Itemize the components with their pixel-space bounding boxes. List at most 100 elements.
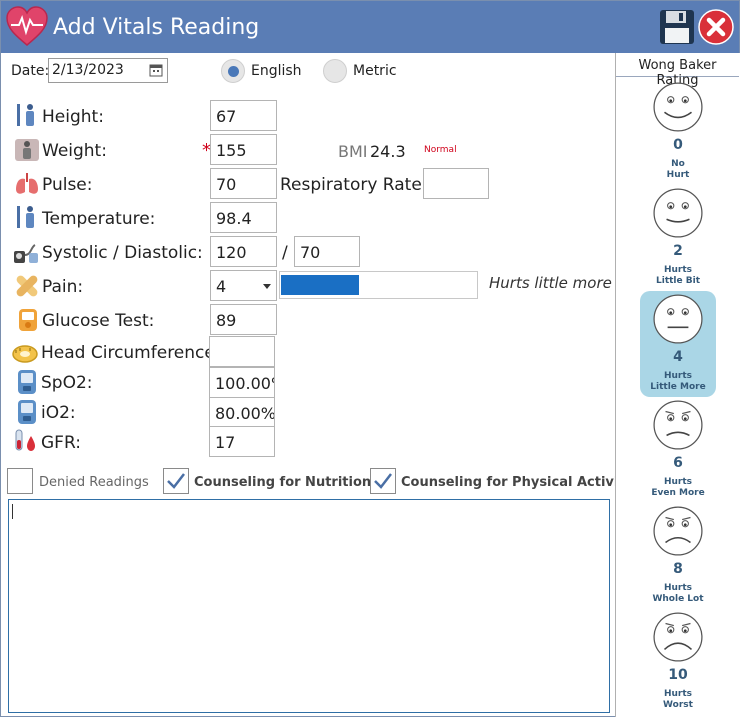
- height-label: Height:: [42, 107, 104, 127]
- window-title: Add Vitals Reading: [53, 15, 260, 40]
- face-number: 0: [673, 137, 683, 153]
- wong-baker-face-8[interactable]: 8 Hurts Whole Lot: [640, 503, 716, 609]
- denied-readings-label: Denied Readings: [39, 475, 149, 490]
- date-value: 2/13/2023: [52, 62, 124, 78]
- denied-readings-checkbox[interactable]: [7, 468, 33, 494]
- face-label-line2: Little Bit: [656, 276, 700, 286]
- head-circumference-label: Head Circumference:: [41, 343, 221, 363]
- pain-bar-fill: [281, 275, 359, 295]
- bmi-status: Normal: [424, 145, 457, 155]
- save-button[interactable]: [658, 8, 696, 46]
- face-number: 4: [673, 349, 683, 365]
- wong-baker-face-10[interactable]: 10 Hurts Worst: [640, 609, 716, 715]
- face-label-line2: Whole Lot: [652, 594, 704, 604]
- vitals-window: Add Vitals Reading Date: 2/13/2023 Engli…: [0, 0, 740, 717]
- weight-input[interactable]: 155: [210, 134, 277, 165]
- systolic-diastolic-label: Systolic / Diastolic:: [42, 243, 203, 263]
- face-label-line1: Hurts: [663, 265, 693, 275]
- pain-description: Hurts little more: [489, 274, 612, 292]
- wong-baker-panel: Wong Baker Rating 0 No Hurt 2 Hurts Little Bi…: [615, 53, 740, 717]
- bp-separator: /: [282, 243, 288, 263]
- face-icon: [653, 294, 703, 344]
- systolic-input[interactable]: 120: [210, 236, 277, 267]
- pain-label: Pain:: [42, 277, 84, 297]
- height-person-icon: [17, 104, 34, 126]
- face-number: 10: [668, 667, 688, 683]
- text-caret: [12, 504, 13, 519]
- date-picker[interactable]: 2/13/2023: [48, 58, 168, 83]
- wong-baker-face-4[interactable]: 4 Hurts Little More: [640, 291, 716, 397]
- scale-icon: [15, 139, 39, 161]
- counseling-physical-label: Counseling for Physical Activity: [401, 475, 634, 490]
- respiratory-rate-input[interactable]: [423, 168, 489, 199]
- spo2-label: SpO2:: [41, 373, 93, 393]
- face-number: 8: [673, 561, 683, 577]
- gfr-label: GFR:: [41, 433, 81, 453]
- temperature-input[interactable]: 98.4: [210, 202, 277, 233]
- face-label-line1: Hurts: [663, 583, 693, 593]
- wong-baker-face-0[interactable]: 0 No Hurt: [640, 79, 716, 185]
- metric-label: Metric: [353, 63, 397, 79]
- face-label-line1: No: [671, 159, 685, 169]
- test-tube-blood-icon: [15, 429, 35, 451]
- diastolic-input[interactable]: 70: [294, 236, 360, 267]
- counseling-nutrition-label: Counseling for Nutrition: [194, 475, 372, 490]
- bmi-value: 24.3: [370, 142, 406, 161]
- io2-input[interactable]: 80.00%: [209, 397, 275, 428]
- dropdown-arrow-icon: [263, 284, 271, 289]
- face-icon: [653, 82, 703, 132]
- face-icon: [653, 612, 703, 662]
- notes-textarea[interactable]: [8, 499, 610, 713]
- pain-select[interactable]: 4: [210, 270, 277, 301]
- face-icon: [653, 188, 703, 238]
- calendar-icon[interactable]: [149, 63, 163, 77]
- face-label-line1: Hurts: [663, 689, 693, 699]
- pain-value: 4: [216, 277, 227, 296]
- oximeter-icon-2: [18, 400, 36, 424]
- counseling-nutrition-checkbox[interactable]: [163, 468, 189, 494]
- face-icon: [653, 506, 703, 556]
- gfr-input[interactable]: 17: [209, 426, 275, 457]
- blood-pressure-icon: [14, 244, 38, 263]
- height-input[interactable]: 67: [210, 100, 277, 131]
- english-radio[interactable]: [221, 59, 245, 83]
- spo2-input[interactable]: 100.00%: [209, 367, 275, 398]
- heart-icon: [6, 6, 48, 46]
- face-number: 6: [673, 455, 683, 471]
- wong-baker-face-6[interactable]: 6 Hurts Even More: [640, 397, 716, 503]
- pain-bar: [279, 271, 478, 299]
- wong-baker-face-2[interactable]: 2 Hurts Little Bit: [640, 185, 716, 291]
- temperature-label: Temperature:: [42, 209, 156, 229]
- bandage-icon: [16, 275, 38, 297]
- checkmark-icon: [167, 473, 185, 489]
- counseling-physical-checkbox[interactable]: [370, 468, 396, 494]
- glucose-input[interactable]: 89: [210, 304, 277, 335]
- pulse-label: Pulse:: [42, 175, 93, 195]
- date-label: Date:: [11, 63, 50, 79]
- pulse-input[interactable]: 70: [210, 168, 277, 199]
- head-circumference-input[interactable]: [209, 336, 275, 367]
- face-label-line2: Even More: [651, 488, 705, 498]
- english-label: English: [251, 63, 302, 79]
- face-label-line2: Little More: [650, 382, 706, 392]
- wong-baker-title: Wong Baker Rating: [616, 55, 739, 88]
- measuring-tape-icon: [12, 345, 38, 363]
- face-number: 2: [673, 243, 683, 259]
- face-label-line2: Worst: [663, 700, 693, 710]
- thermometer-person-icon: [17, 206, 34, 228]
- oximeter-icon: [18, 370, 36, 394]
- face-label-line1: Hurts: [663, 477, 693, 487]
- weight-label: Weight:: [42, 141, 107, 161]
- lungs-icon: [16, 173, 38, 194]
- face-label-line1: Hurts: [663, 371, 693, 381]
- respiratory-rate-label: Respiratory Rate:: [280, 175, 428, 195]
- title-bar: Add Vitals Reading: [1, 1, 739, 53]
- checkmark-icon: [374, 473, 392, 489]
- bmi-label: BMI: [338, 142, 368, 161]
- glucose-meter-icon: [19, 309, 37, 331]
- io2-label: iO2:: [41, 403, 76, 423]
- face-icon: [653, 400, 703, 450]
- face-label-line2: Hurt: [666, 170, 690, 180]
- metric-radio[interactable]: [323, 59, 347, 83]
- close-button[interactable]: [698, 9, 734, 45]
